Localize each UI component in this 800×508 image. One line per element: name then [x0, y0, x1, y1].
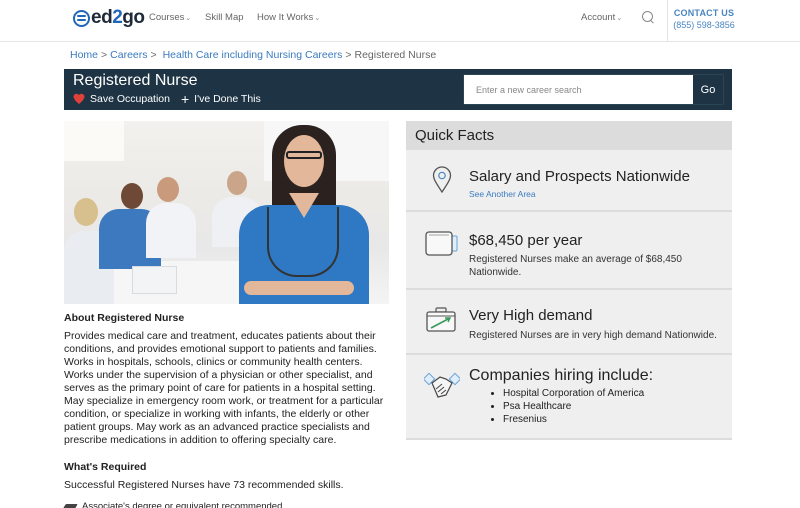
- quick-facts-panel: Quick Facts Salary and Prospects Nationw…: [406, 121, 732, 440]
- top-navigation: ed2go Courses⌄ Skill Map How It Works⌄ A…: [0, 0, 800, 42]
- demand-title: Very High demand: [469, 307, 593, 324]
- degree-text: Associate's degree or equivalent recomme…: [82, 501, 283, 508]
- nav-how-it-works-label: How It Works: [257, 12, 314, 23]
- save-occupation-button[interactable]: Save Occupation: [90, 93, 170, 105]
- contact-us[interactable]: CONTACT US (855) 598-3856: [668, 8, 740, 30]
- heart-icon[interactable]: [73, 94, 85, 105]
- about-text: Provides medical care and treatment, edu…: [64, 330, 384, 446]
- demand-text: Registered Nurses are in very high deman…: [469, 330, 717, 341]
- degree-requirement: Associate's degree or equivalent recomme…: [62, 501, 283, 508]
- breadcrumb-separator: >: [345, 49, 352, 61]
- breadcrumb-current: Registered Nurse: [354, 49, 437, 61]
- required-text: Successful Registered Nurses have 73 rec…: [64, 479, 344, 491]
- ive-done-this-button[interactable]: I've Done This: [194, 93, 261, 105]
- image-person-head: [121, 183, 143, 209]
- image-nurse-arms: [244, 281, 354, 295]
- ed2go-logo-icon: [73, 9, 90, 27]
- chevron-down-icon: ⌄: [616, 15, 623, 22]
- image-person-head: [74, 198, 98, 226]
- breadcrumb-separator: >: [150, 49, 157, 61]
- breadcrumb-health-care[interactable]: Health Care including Nursing Careers: [163, 49, 343, 61]
- go-button[interactable]: Go: [693, 75, 723, 104]
- image-person-body: [146, 203, 196, 258]
- nav-courses[interactable]: Courses⌄: [149, 12, 191, 23]
- image-tablet: [132, 266, 177, 294]
- logo-wordmark: ed2go: [91, 7, 145, 28]
- quick-fact-salary: $68,450 per year Registered Nurses make …: [406, 212, 732, 290]
- company-item: Hospital Corporation of America: [503, 387, 644, 400]
- contact-us-label[interactable]: CONTACT US: [668, 8, 740, 18]
- about-section: About Registered Nurse Provides medical …: [64, 312, 394, 447]
- breadcrumb-home[interactable]: Home: [70, 49, 98, 61]
- image-stethoscope: [267, 207, 339, 277]
- briefcase-trend-icon: [426, 307, 456, 332]
- nav-how-it-works[interactable]: How It Works⌄: [257, 12, 320, 23]
- image-person-head: [157, 177, 179, 202]
- companies-title: Companies hiring include:: [469, 367, 654, 384]
- wallet-icon: [425, 231, 458, 256]
- nav-account-label: Account: [581, 12, 616, 23]
- image-window-light: [64, 121, 124, 161]
- hero-image-nurse: [64, 121, 389, 304]
- salary-title: $68,450 per year: [469, 232, 583, 249]
- career-title-bar: Registered Nurse Save Occupation + I've …: [64, 69, 732, 110]
- title-actions: Save Occupation + I've Done This: [73, 92, 261, 106]
- company-item: Psa Healthcare: [503, 400, 644, 413]
- graduation-cap-icon: [62, 503, 78, 508]
- nav-skill-map[interactable]: Skill Map: [205, 12, 244, 23]
- page-title: Registered Nurse: [73, 72, 198, 89]
- image-person-head: [227, 171, 247, 195]
- nav-courses-label: Courses: [149, 12, 185, 23]
- plus-icon[interactable]: +: [181, 92, 189, 106]
- quick-fact-demand: Very High demand Registered Nurses are i…: [406, 290, 732, 355]
- career-search-input[interactable]: [464, 75, 693, 104]
- search-icon[interactable]: [642, 11, 654, 23]
- image-nurse-glasses: [286, 151, 322, 159]
- see-another-area-link[interactable]: See Another Area: [469, 188, 536, 201]
- quick-facts-heading: Quick Facts: [406, 121, 732, 150]
- location-pin-icon: [432, 166, 452, 194]
- companies-list: Hospital Corporation of America Psa Heal…: [503, 387, 644, 426]
- quick-fact-companies: Companies hiring include: Hospital Corpo…: [406, 355, 732, 440]
- ed2go-logo[interactable]: ed2go: [73, 7, 145, 29]
- about-heading: About Registered Nurse: [64, 312, 185, 324]
- breadcrumb-careers[interactable]: Careers: [110, 49, 147, 61]
- location-title: Salary and Prospects Nationwide: [469, 168, 690, 185]
- image-nurse-face: [284, 135, 324, 187]
- handshake-icon: [424, 372, 460, 398]
- salary-text: Registered Nurses make an average of $68…: [469, 254, 682, 278]
- breadcrumb: Home > Careers > Health Care including Nurs…: [70, 49, 436, 61]
- nav-account[interactable]: Account⌄: [581, 12, 622, 23]
- whats-required-section: What's Required Successful Registered Nu…: [62, 461, 394, 508]
- chevron-down-icon: ⌄: [185, 15, 192, 22]
- chevron-down-icon: ⌄: [314, 15, 321, 22]
- required-heading: What's Required: [64, 461, 147, 473]
- company-item: Fresenius: [503, 413, 644, 426]
- contact-phone[interactable]: (855) 598-3856: [668, 20, 740, 30]
- breadcrumb-separator: >: [101, 49, 108, 61]
- career-search-box: Go: [463, 74, 724, 105]
- quick-fact-location: Salary and Prospects Nationwide See Anot…: [406, 150, 732, 212]
